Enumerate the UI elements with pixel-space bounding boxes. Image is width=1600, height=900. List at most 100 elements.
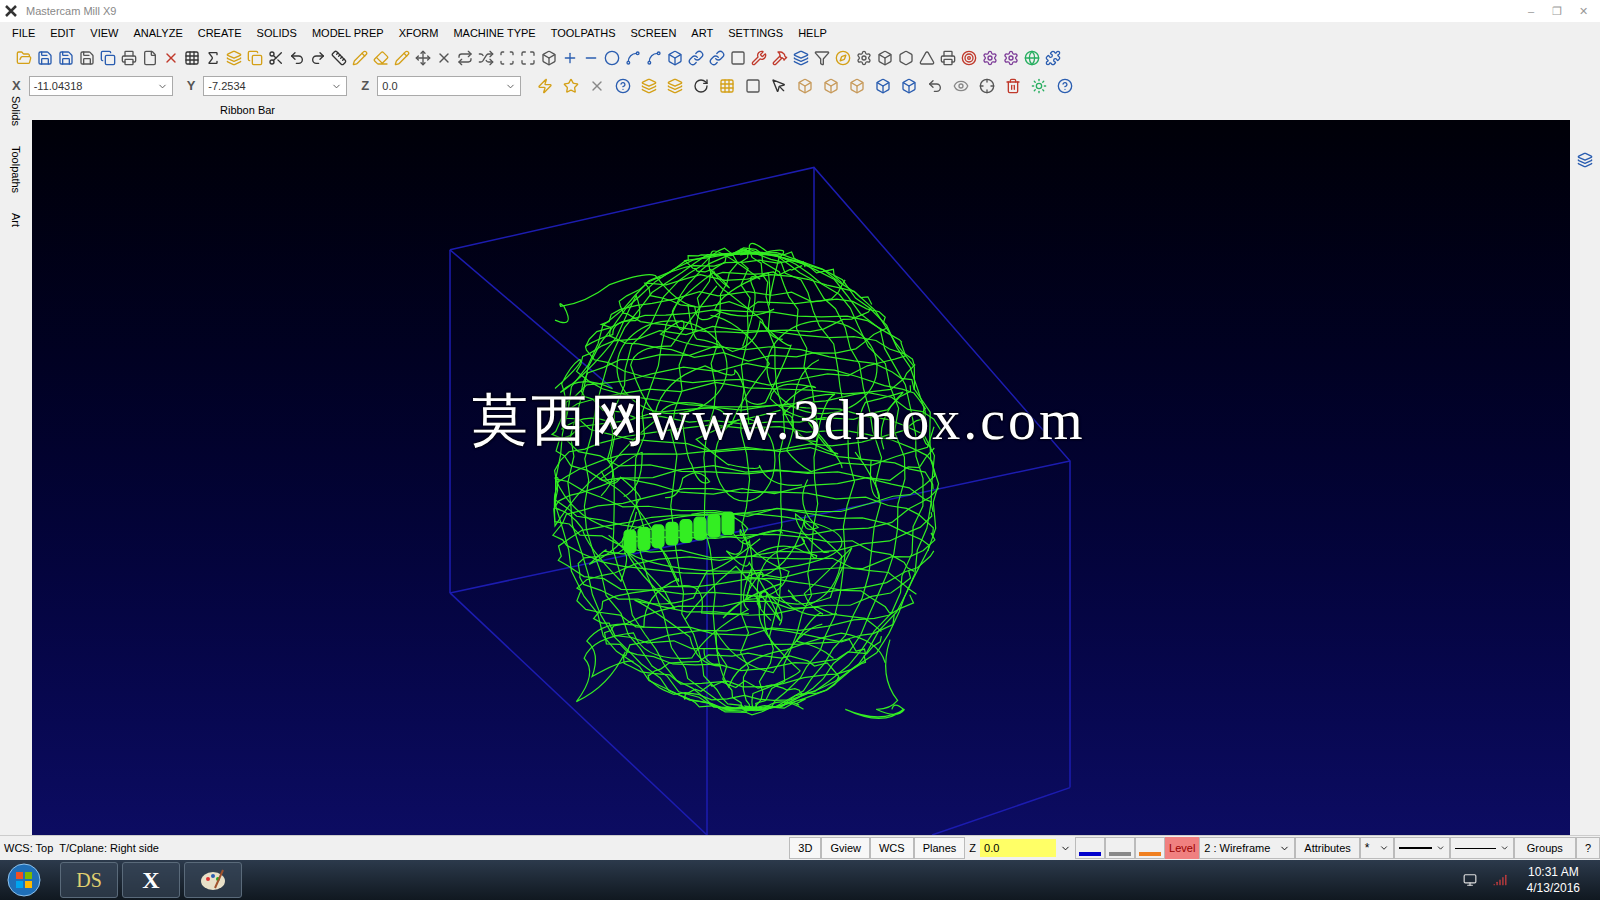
tool-icon[interactable] xyxy=(1031,78,1047,94)
levels-icon[interactable] xyxy=(1577,152,1593,168)
menu-item[interactable]: XFORM xyxy=(399,25,439,42)
menu-item[interactable]: ART xyxy=(691,25,713,42)
side-tab[interactable]: Toolpaths xyxy=(8,146,25,193)
menu-item[interactable]: TOOLPATHS xyxy=(551,25,616,42)
menu-item[interactable]: FILE xyxy=(12,25,35,42)
menu-item[interactable]: SOLIDS xyxy=(257,25,297,42)
tool-icon[interactable] xyxy=(604,50,620,66)
side-tab[interactable]: Art xyxy=(8,213,25,227)
tool-icon[interactable] xyxy=(693,78,709,94)
tool-icon[interactable] xyxy=(268,50,284,66)
tool-icon[interactable] xyxy=(772,50,788,66)
status-button[interactable]: WCS xyxy=(870,837,914,859)
tool-icon[interactable] xyxy=(793,50,809,66)
tool-icon[interactable] xyxy=(121,50,137,66)
tool-icon[interactable] xyxy=(541,50,557,66)
tool-icon[interactable] xyxy=(730,50,746,66)
tool-icon[interactable] xyxy=(58,50,74,66)
tool-icon[interactable] xyxy=(940,50,956,66)
tool-icon[interactable] xyxy=(751,50,767,66)
tool-icon[interactable] xyxy=(875,78,891,94)
menu-item[interactable]: EDIT xyxy=(50,25,75,42)
taskbar-app[interactable]: DS xyxy=(60,862,118,898)
tool-icon[interactable] xyxy=(1045,50,1061,66)
z-depth-field[interactable]: 0.0 xyxy=(980,839,1056,857)
tool-icon[interactable] xyxy=(37,50,53,66)
level-button[interactable]: Level xyxy=(1165,837,1199,859)
menu-item[interactable]: MODEL PREP xyxy=(312,25,384,42)
tool-icon[interactable] xyxy=(901,78,917,94)
menu-item[interactable]: SETTINGS xyxy=(728,25,783,42)
tool-icon[interactable] xyxy=(688,50,704,66)
tool-icon[interactable] xyxy=(641,78,657,94)
tool-icon[interactable] xyxy=(184,50,200,66)
level-dropdown[interactable]: 2 : Wireframe xyxy=(1199,837,1295,859)
signal-icon[interactable] xyxy=(1493,873,1507,887)
tool-icon[interactable] xyxy=(898,50,914,66)
taskbar-app[interactable] xyxy=(184,862,242,898)
tool-icon[interactable] xyxy=(982,50,998,66)
tool-icon[interactable] xyxy=(247,50,263,66)
tool-icon[interactable] xyxy=(797,78,813,94)
coordinate-input[interactable]: -7.2534 xyxy=(203,76,347,96)
dropdown-icon[interactable] xyxy=(1060,843,1071,854)
tool-icon[interactable] xyxy=(436,50,452,66)
dropdown-icon[interactable] xyxy=(331,81,342,92)
menu-item[interactable]: SCREEN xyxy=(630,25,676,42)
groups-button[interactable]: Groups xyxy=(1514,837,1576,859)
status-button[interactable]: Gview xyxy=(821,837,870,859)
tool-icon[interactable] xyxy=(415,50,431,66)
tool-icon[interactable] xyxy=(849,78,865,94)
tool-icon[interactable] xyxy=(583,50,599,66)
tool-icon[interactable] xyxy=(16,50,32,66)
tool-icon[interactable] xyxy=(979,78,995,94)
taskbar-app[interactable]: X xyxy=(122,862,180,898)
graphics-viewport[interactable]: 莫西网www.3dmox.com xyxy=(32,120,1570,835)
menu-item[interactable]: ANALYZE xyxy=(133,25,182,42)
tool-icon[interactable] xyxy=(667,50,683,66)
tool-icon[interactable] xyxy=(771,78,787,94)
menu-item[interactable]: VIEW xyxy=(90,25,118,42)
status-button[interactable]: Planes xyxy=(914,837,966,859)
line-style-dropdown[interactable] xyxy=(1394,837,1450,859)
tool-icon[interactable] xyxy=(563,78,579,94)
solid-color-button[interactable] xyxy=(1135,837,1165,859)
point-style-dropdown[interactable]: * xyxy=(1360,837,1394,859)
attributes-button[interactable]: Attributes xyxy=(1295,837,1359,859)
tool-icon[interactable] xyxy=(562,50,578,66)
tool-icon[interactable] xyxy=(289,50,305,66)
help-button[interactable]: ? xyxy=(1576,837,1600,859)
tool-icon[interactable] xyxy=(520,50,536,66)
tool-icon[interactable] xyxy=(961,50,977,66)
tool-icon[interactable] xyxy=(100,50,116,66)
network-icon[interactable] xyxy=(1463,873,1477,887)
menu-item[interactable]: MACHINE TYPE xyxy=(453,25,535,42)
tool-icon[interactable] xyxy=(745,78,761,94)
menu-item[interactable]: HELP xyxy=(798,25,827,42)
dropdown-icon[interactable] xyxy=(157,81,168,92)
window-control[interactable]: – xyxy=(1518,3,1544,20)
tool-icon[interactable] xyxy=(927,78,943,94)
tool-icon[interactable] xyxy=(331,50,347,66)
window-control[interactable]: ✕ xyxy=(1570,3,1596,20)
tool-icon[interactable] xyxy=(310,50,326,66)
status-button[interactable]: 3D xyxy=(789,837,821,859)
surface-color-button[interactable] xyxy=(1105,837,1135,859)
tool-icon[interactable] xyxy=(226,50,242,66)
tool-icon[interactable] xyxy=(1003,50,1019,66)
tool-icon[interactable] xyxy=(646,50,662,66)
tool-icon[interactable] xyxy=(814,50,830,66)
tool-icon[interactable] xyxy=(478,50,494,66)
tool-icon[interactable] xyxy=(877,50,893,66)
tool-icon[interactable] xyxy=(499,50,515,66)
coordinate-input[interactable]: -11.04318 xyxy=(29,76,173,96)
tool-icon[interactable] xyxy=(709,50,725,66)
tool-icon[interactable] xyxy=(457,50,473,66)
tool-icon[interactable] xyxy=(1057,78,1073,94)
tool-icon[interactable] xyxy=(163,50,179,66)
clock[interactable]: 10:31 AM4/13/2016 xyxy=(1527,864,1580,896)
window-control[interactable]: ❐ xyxy=(1544,3,1570,20)
start-button[interactable] xyxy=(4,862,44,898)
tool-icon[interactable] xyxy=(856,50,872,66)
color-button[interactable] xyxy=(1075,837,1105,859)
